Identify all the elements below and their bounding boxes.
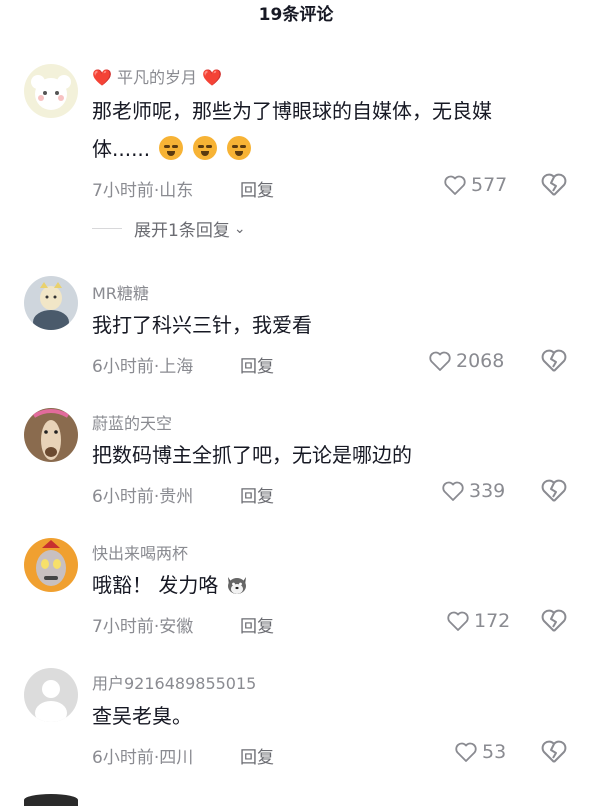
reply-button[interactable]: 回复 bbox=[240, 176, 274, 201]
reply-button[interactable]: 回复 bbox=[240, 743, 274, 768]
username[interactable]: ❤️ 平凡的岁月 ❤️ bbox=[92, 64, 222, 88]
chevron-down-icon: ⌄ bbox=[233, 220, 246, 237]
comment-text: 把数码博主全抓了吧，无论是哪边的 bbox=[92, 443, 412, 467]
broken-heart-icon[interactable] bbox=[540, 478, 568, 504]
comment-text: 查吴老臭。 bbox=[92, 704, 192, 728]
like-button[interactable]: 577 bbox=[443, 174, 507, 196]
like-button[interactable]: 53 bbox=[454, 741, 506, 763]
avatar[interactable] bbox=[24, 276, 78, 330]
smirk-face-icon bbox=[192, 136, 217, 160]
like-count: 53 bbox=[482, 741, 507, 763]
heart-outline-icon bbox=[429, 351, 451, 371]
broken-heart-icon[interactable] bbox=[540, 608, 568, 634]
comment-text: 我打了科兴三针，我爱看 bbox=[92, 313, 312, 337]
avatar[interactable] bbox=[24, 538, 78, 592]
comment-text: 那老师呢，那些为了博眼球的自媒体，无良媒 体...... bbox=[92, 99, 492, 161]
like-count: 172 bbox=[474, 610, 511, 632]
heart-icon: ❤️ bbox=[92, 68, 112, 87]
comment-text: 哦豁！ 发力咯 bbox=[92, 566, 562, 604]
like-count: 577 bbox=[471, 174, 508, 196]
comment-meta: 6小时前·上海 bbox=[92, 357, 194, 377]
like-count: 339 bbox=[469, 480, 506, 502]
heart-icon: ❤️ bbox=[202, 68, 223, 87]
avatar[interactable] bbox=[24, 668, 78, 722]
username[interactable]: 快出来喝两杯 bbox=[92, 540, 188, 564]
reply-button[interactable]: 回复 bbox=[240, 612, 274, 637]
smirk-face-icon bbox=[227, 136, 252, 160]
heart-outline-icon bbox=[447, 611, 469, 631]
comment-meta: 7小时前·安徽 bbox=[92, 617, 194, 637]
username[interactable]: 用户9216489855015 bbox=[92, 670, 256, 694]
heart-outline-icon bbox=[444, 175, 466, 195]
reply-button[interactable]: 回复 bbox=[240, 352, 274, 377]
divider bbox=[92, 228, 122, 229]
comments-count-title: 19条评论 bbox=[258, 5, 334, 25]
broken-heart-icon[interactable] bbox=[540, 739, 568, 765]
like-button[interactable]: 339 bbox=[441, 480, 505, 502]
broken-heart-icon[interactable] bbox=[540, 348, 568, 374]
avatar[interactable] bbox=[24, 408, 78, 462]
broken-heart-icon[interactable] bbox=[540, 172, 568, 198]
username[interactable]: 蔚蓝的天空 bbox=[92, 410, 172, 434]
comments-header: 19条评论 bbox=[0, 0, 592, 34]
avatar[interactable] bbox=[24, 64, 78, 118]
like-count: 2068 bbox=[456, 350, 505, 372]
expand-replies-button[interactable]: 展开1条回复 ⌄ bbox=[92, 216, 246, 241]
reply-button[interactable]: 回复 bbox=[240, 482, 274, 507]
comment-meta: 7小时前·山东 bbox=[92, 181, 194, 201]
username[interactable]: MR糖糖 bbox=[92, 280, 149, 304]
husky-dog-icon bbox=[227, 577, 246, 594]
heart-outline-icon bbox=[455, 742, 477, 762]
smirk-face-icon bbox=[158, 136, 183, 160]
next-avatar-partial bbox=[24, 794, 78, 806]
comment-meta: 6小时前·四川 bbox=[92, 748, 194, 768]
heart-outline-icon bbox=[442, 481, 464, 501]
like-button[interactable]: 172 bbox=[446, 610, 510, 632]
like-button[interactable]: 2068 bbox=[428, 350, 504, 372]
comment-meta: 6小时前·贵州 bbox=[92, 487, 194, 507]
